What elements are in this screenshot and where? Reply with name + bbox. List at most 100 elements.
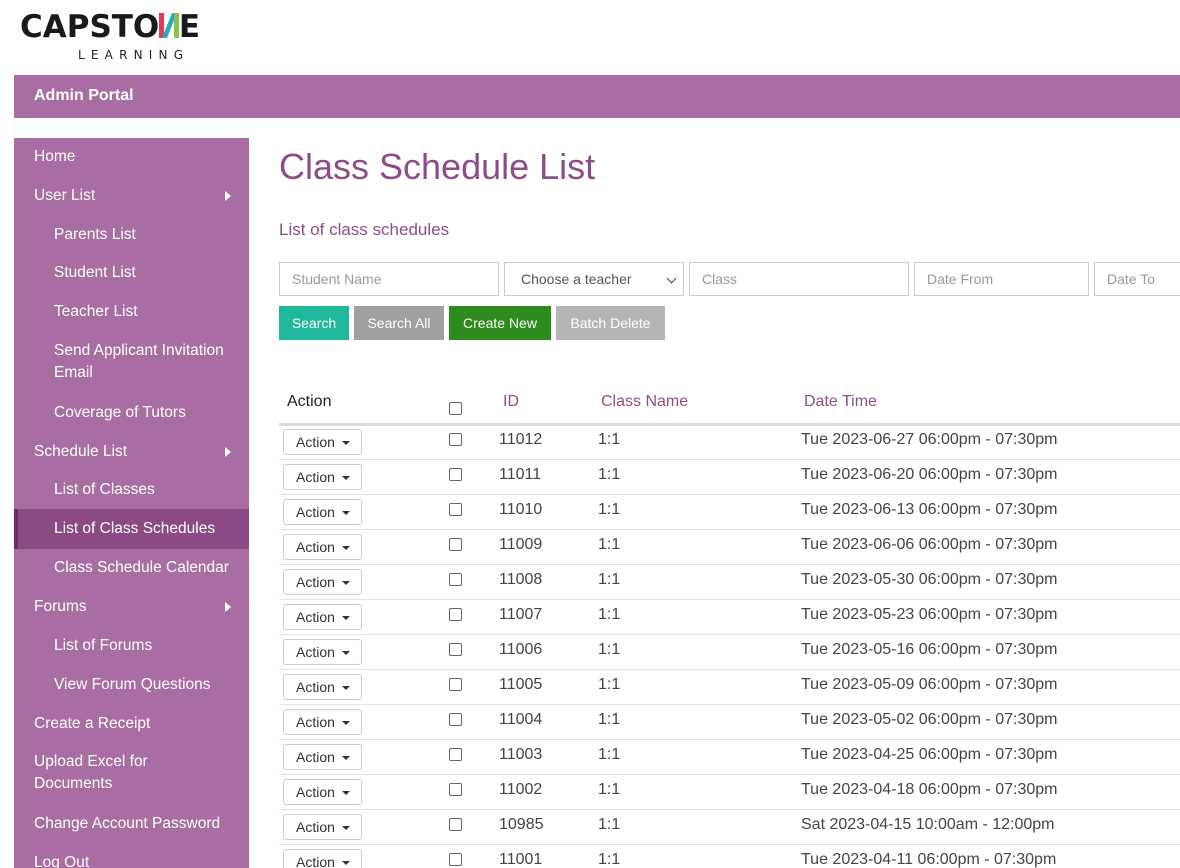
sidebar-item-create-receipt[interactable]: Create a Receipt	[14, 713, 249, 743]
portal-header: Admin Portal	[14, 75, 1180, 118]
search-button[interactable]: Search	[279, 306, 349, 340]
student-name-placeholder: Student Name	[292, 271, 382, 287]
caret-down-icon	[342, 546, 350, 550]
sidebar-item-forums[interactable]: Forums	[14, 596, 249, 626]
row-id: 11001	[499, 851, 543, 868]
sidebar-item-send-invitation[interactable]: Send Applicant Invitation Email	[14, 340, 249, 386]
class-placeholder: Class	[702, 271, 738, 287]
table-row: Action 11007 1:1 Tue 2023-05-23 06:00pm - 0…	[279, 600, 1180, 635]
row-checkbox[interactable]	[449, 853, 462, 866]
row-id: 11012	[499, 431, 543, 448]
row-class-name: 1:1	[598, 501, 621, 518]
row-action-dropdown[interactable]: Action	[283, 429, 362, 455]
row-action-dropdown[interactable]: Action	[283, 849, 362, 868]
table-row: Action 11009 1:1 Tue 2023-06-06 06:00pm - 0…	[279, 530, 1180, 565]
table-row: Action 11010 1:1 Tue 2023-06-13 06:00pm - 0…	[279, 495, 1180, 530]
select-all-checkbox[interactable]	[449, 402, 462, 415]
row-id: 11003	[499, 746, 543, 763]
row-action-dropdown[interactable]: Action	[283, 569, 362, 595]
portal-title[interactable]: Admin Portal	[34, 87, 134, 105]
row-checkbox[interactable]	[449, 713, 462, 726]
sidebar-item-log-out[interactable]: Log Out	[14, 852, 249, 868]
sidebar-item-label: Upload Excel for Documents	[34, 753, 148, 792]
caret-right-icon	[225, 191, 231, 201]
row-checkbox[interactable]	[449, 433, 462, 446]
row-action-dropdown[interactable]: Action	[283, 674, 362, 700]
sidebar-item-schedule-calendar[interactable]: Class Schedule Calendar	[14, 557, 249, 587]
row-action-label: Action	[296, 574, 335, 590]
sidebar-item-list-of-forums[interactable]: List of Forums	[14, 635, 249, 665]
page-title: Class Schedule List	[279, 146, 596, 187]
row-class-name: 1:1	[598, 851, 621, 868]
row-action-dropdown[interactable]: Action	[283, 464, 362, 490]
row-class-name: 1:1	[598, 676, 621, 693]
row-checkbox[interactable]	[449, 748, 462, 761]
row-checkbox[interactable]	[449, 783, 462, 796]
batch-delete-button[interactable]: Batch Delete	[556, 306, 665, 340]
row-action-dropdown[interactable]: Action	[283, 499, 362, 525]
sidebar-item-label: Class Schedule Calendar	[54, 559, 229, 576]
row-checkbox[interactable]	[449, 538, 462, 551]
row-id: 11006	[499, 641, 543, 658]
sidebar-item-label: Schedule List	[34, 443, 128, 460]
row-checkbox[interactable]	[449, 818, 462, 831]
row-action-dropdown[interactable]: Action	[283, 604, 362, 630]
column-header-class-name[interactable]: Class Name	[601, 393, 688, 411]
row-checkbox[interactable]	[449, 573, 462, 586]
sidebar-item-home[interactable]: Home	[14, 146, 249, 176]
column-header-id[interactable]: ID	[503, 393, 519, 411]
sidebar-item-label: Send Applicant Invitation Email	[54, 342, 224, 381]
sidebar-item-teacher-list[interactable]: Teacher List	[14, 301, 249, 331]
sidebar-item-change-password[interactable]: Change Account Password	[14, 813, 249, 843]
date-to-input[interactable]: Date To	[1094, 262, 1180, 296]
row-action-label: Action	[296, 819, 335, 835]
sidebar-item-class-schedules[interactable]: List of Class Schedules	[14, 509, 249, 549]
sidebar-item-label: Coverage of Tutors	[54, 404, 186, 421]
sidebar-item-label: User List	[34, 187, 96, 204]
row-action-dropdown[interactable]: Action	[283, 744, 362, 770]
teacher-select[interactable]: Choose a teacher	[504, 262, 684, 296]
sidebar-item-student-list[interactable]: Student List	[14, 262, 249, 292]
sidebar-item-list-of-classes[interactable]: List of Classes	[14, 479, 249, 509]
row-date-time: Tue 2023-04-11 06:00pm - 07:30pm	[801, 851, 1057, 868]
row-action-dropdown[interactable]: Action	[283, 534, 362, 560]
table-row: Action 10985 1:1 Sat 2023-04-15 10:00am - 1…	[279, 810, 1180, 845]
row-date-time: Tue 2023-05-09 06:00pm - 07:30pm	[801, 676, 1058, 693]
sidebar-item-label: List of Class Schedules	[54, 520, 216, 537]
caret-down-icon	[342, 861, 350, 865]
search-all-button[interactable]: Search All	[354, 306, 444, 340]
caret-down-icon	[342, 511, 350, 515]
row-checkbox[interactable]	[449, 608, 462, 621]
row-id: 11004	[499, 711, 543, 728]
sidebar-item-parents-list[interactable]: Parents List	[14, 224, 249, 254]
row-date-time: Sat 2023-04-15 10:00am - 12:00pm	[801, 816, 1055, 833]
row-action-dropdown[interactable]: Action	[283, 709, 362, 735]
sidebar-item-user-list[interactable]: User List	[14, 185, 249, 215]
row-action-label: Action	[296, 504, 335, 520]
row-date-time: Tue 2023-04-25 06:00pm - 07:30pm	[801, 746, 1058, 763]
date-from-input[interactable]: Date From	[914, 262, 1089, 296]
row-action-dropdown[interactable]: Action	[283, 779, 362, 805]
table-row: Action 11004 1:1 Tue 2023-05-02 06:00pm - 0…	[279, 705, 1180, 740]
table-row: Action 11011 1:1 Tue 2023-06-20 06:00pm - 0…	[279, 460, 1180, 495]
sidebar-item-schedule-list[interactable]: Schedule List	[14, 441, 249, 471]
column-header-date-time[interactable]: Date Time	[804, 393, 877, 411]
caret-down-icon	[342, 616, 350, 620]
row-id: 10985	[499, 816, 544, 833]
row-checkbox[interactable]	[449, 678, 462, 691]
logo-text-end: E	[178, 9, 200, 45]
row-action-dropdown[interactable]: Action	[283, 814, 362, 840]
class-input[interactable]: Class	[689, 262, 909, 296]
create-new-button[interactable]: Create New	[449, 306, 551, 340]
logo-text-start: CAPSTO	[20, 9, 160, 45]
row-checkbox[interactable]	[449, 503, 462, 516]
sidebar-item-upload-excel[interactable]: Upload Excel for Documents	[14, 751, 249, 797]
row-checkbox[interactable]	[449, 468, 462, 481]
page-subtitle: List of class schedules	[279, 220, 450, 239]
sidebar-item-coverage[interactable]: Coverage of Tutors	[14, 402, 249, 432]
student-name-input[interactable]: Student Name	[279, 262, 499, 296]
sidebar-item-forum-questions[interactable]: View Forum Questions	[14, 674, 249, 704]
row-checkbox[interactable]	[449, 643, 462, 656]
row-action-dropdown[interactable]: Action	[283, 639, 362, 665]
row-class-name: 1:1	[598, 606, 621, 623]
